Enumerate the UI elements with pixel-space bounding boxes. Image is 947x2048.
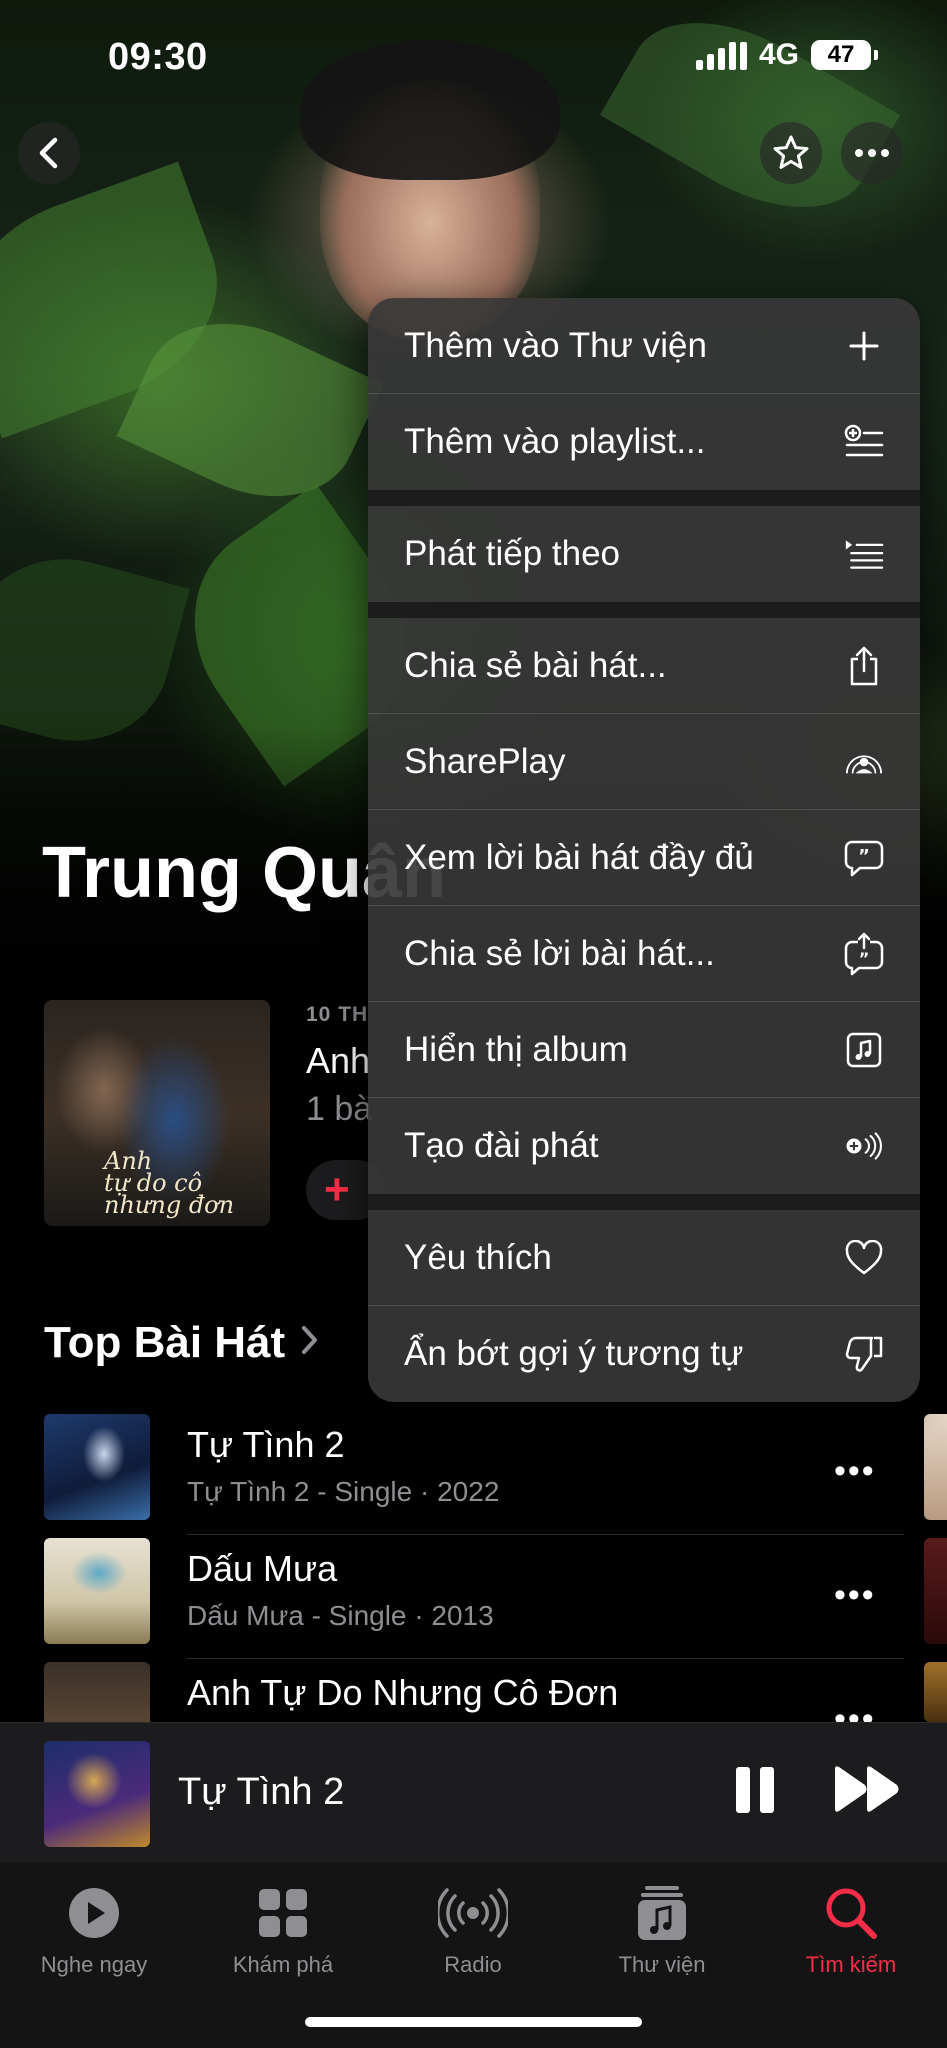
back-button[interactable] [18,122,80,184]
mini-player[interactable]: Tự Tình 2 [0,1722,947,1863]
star-icon [773,135,809,169]
tab-label: Nghe ngay [40,1952,148,1977]
status-indicators: 4G 47 [695,38,878,72]
create-station-icon [844,1126,884,1166]
tab-browse[interactable]: Khám phá [198,1882,368,1978]
song-row[interactable]: Tự Tình 2 Tự Tình 2 - Single · 2022 ••• [44,1414,904,1535]
favorite-artist-button[interactable] [760,122,822,184]
side-artwork [924,1414,947,1520]
cover-lettering: Anh tự do cô nhưng đơn [104,1149,235,1219]
song-row[interactable]: Dấu Mưa Dấu Mưa - Single · 2013 ••• [44,1538,904,1659]
share-icon [844,646,884,686]
latest-release-date: 10 TH [306,1003,369,1026]
status-time: 09:30 [108,36,208,78]
latest-release-title[interactable]: Anh [306,1040,370,1082]
menu-item-label: Chia sẻ bài hát... [404,645,667,685]
more-options-button[interactable] [841,122,903,184]
thumbs-down-icon [844,1334,884,1374]
play-next-icon [844,534,884,574]
tab-listen-now[interactable]: Nghe ngay [9,1882,179,1978]
shareplay-icon [844,742,884,782]
svg-text:”: ” [859,949,870,968]
song-artwork [44,1538,150,1644]
menu-item-label: Thêm vào playlist... [404,422,706,461]
radio-icon [388,1882,558,1944]
top-songs-header[interactable]: Top Bài Hát [44,1318,319,1368]
song-meta: Dấu Mưa - Single · 2013 [187,1600,494,1631]
song-title: Dấu Mưa [187,1548,338,1589]
tab-label: Radio [444,1952,502,1977]
search-icon [766,1882,936,1944]
latest-release-cover[interactable]: Anh tự do cô nhưng đơn [44,1000,270,1226]
song-meta: Tự Tình 2 - Single · 2022 [187,1476,500,1507]
network-type: 4G [758,38,799,71]
menu-separator [368,490,920,506]
tab-label: Tìm kiếm [805,1952,897,1977]
fast-forward-icon [835,1766,899,1812]
tab-search[interactable]: Tìm kiếm [766,1882,936,1978]
menu-separator [368,1194,920,1210]
now-playing-artwork [44,1741,150,1847]
share-lyrics-icon: ” [844,932,884,975]
svg-text:”: ” [858,846,870,867]
menu-item-label: Yêu thích [404,1237,552,1277]
menu-separator [368,602,920,618]
chevron-right-icon [299,1321,319,1366]
menu-item-label: SharePlay [404,741,566,781]
menu-view-full-lyrics[interactable]: Xem lời bài hát đầy đủ ” [368,810,920,906]
menu-show-album[interactable]: Hiển thị album [368,1002,920,1098]
menu-item-label: Hiển thị album [404,1029,628,1069]
song-context-menu: Thêm vào Thư viện Thêm vào playlist... P… [368,298,920,1402]
menu-share-song[interactable]: Chia sẻ bài hát... [368,618,920,714]
menu-add-to-library[interactable]: Thêm vào Thư viện [368,298,920,394]
song-more-button[interactable]: ••• [834,1576,876,1615]
music-note-icon [577,1882,747,1944]
tab-library[interactable]: Thư viện [577,1882,747,1978]
next-track-button[interactable] [832,1763,902,1820]
grid-icon [198,1882,368,1944]
tab-label: Khám phá [232,1952,334,1977]
song-title: Tự Tình 2 [187,1424,345,1465]
side-artwork [924,1538,947,1644]
menu-shareplay[interactable]: SharePlay [368,714,920,810]
menu-share-lyrics[interactable]: Chia sẻ lời bài hát... ” [368,906,920,1002]
plus-icon [844,326,884,366]
plus-icon: + [324,1165,350,1214]
ellipsis-icon [855,149,889,157]
latest-release-subtitle: 1 bà [306,1090,373,1128]
add-to-playlist-icon [844,422,884,462]
cover-text-line: nhưng đơn [104,1191,235,1219]
heart-icon [844,1238,884,1278]
menu-create-station[interactable]: Tạo đài phát [368,1098,920,1194]
song-artwork [44,1414,150,1520]
menu-add-to-playlist[interactable]: Thêm vào playlist... [368,394,920,490]
menu-love[interactable]: Yêu thích [368,1210,920,1306]
menu-item-label: Ẩn bớt gợi ý tương tự [404,1334,744,1373]
menu-item-label: Phát tiếp theo [404,534,620,573]
tab-label: Thư viện [618,1952,706,1977]
home-indicator [305,2017,642,2027]
song-title: Anh Tự Do Nhưng Cô Đơn [187,1672,619,1713]
row-divider [187,1658,904,1659]
menu-item-label: Tạo đài phát [404,1126,599,1165]
pause-button[interactable] [736,1767,776,1817]
top-songs-title: Top Bài Hát [44,1318,286,1367]
row-divider [187,1534,904,1535]
menu-item-label: Xem lời bài hát đầy đủ [404,837,754,877]
lyrics-icon: ” [844,838,884,878]
now-playing-title: Tự Tình 2 [178,1771,345,1813]
album-icon [844,1030,884,1070]
menu-suggest-less[interactable]: Ẩn bớt gợi ý tương tự [368,1306,920,1402]
tab-radio[interactable]: Radio [388,1882,558,1978]
play-circle-icon [9,1882,179,1944]
chevron-left-icon [39,137,58,169]
menu-item-label: Chia sẻ lời bài hát... [404,933,715,973]
menu-play-next[interactable]: Phát tiếp theo [368,506,920,602]
signal-icon [695,40,747,70]
battery-level: 47 [827,41,855,68]
battery-icon: 47 [811,40,878,70]
menu-item-label: Thêm vào Thư viện [404,325,707,365]
song-more-button[interactable]: ••• [834,1452,876,1491]
side-artwork [924,1662,947,1722]
